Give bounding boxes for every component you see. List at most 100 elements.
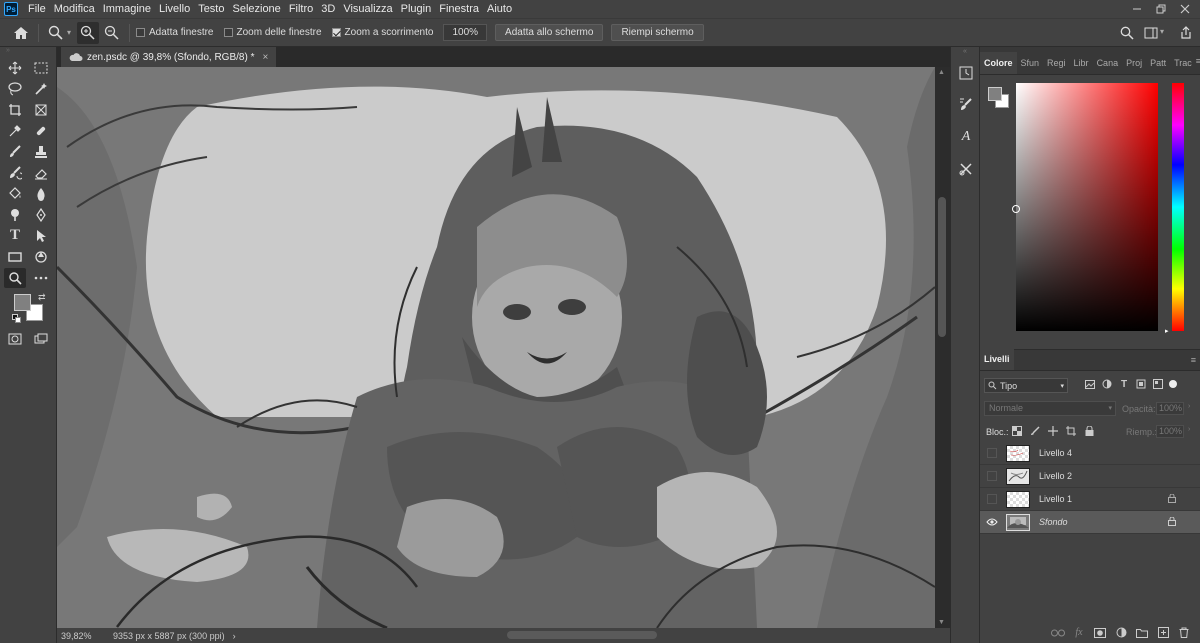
healing-brush-tool-icon[interactable] — [30, 121, 52, 141]
frame-tool-icon[interactable] — [30, 100, 52, 120]
rotate-view-tool-icon[interactable] — [30, 247, 52, 267]
saturation-value-field[interactable] — [1012, 83, 1158, 331]
horizontal-scroll-thumb[interactable] — [507, 631, 657, 639]
color-picker-handle[interactable] — [1012, 205, 1020, 213]
tab-pattern[interactable]: Patt — [1146, 52, 1170, 74]
layer-visibility-toggle[interactable] — [986, 470, 998, 482]
layer-name[interactable]: Livello 2 — [1039, 471, 1072, 481]
chevron-right-icon[interactable]: › — [1188, 403, 1190, 410]
trash-icon[interactable] — [1174, 626, 1194, 640]
menu-aiuto[interactable]: Aiuto — [483, 0, 516, 18]
menu-modifica[interactable]: Modifica — [50, 0, 99, 18]
blend-mode-select[interactable]: Normale ▾ — [984, 401, 1116, 416]
dodge-tool-icon[interactable] — [4, 205, 26, 225]
home-icon[interactable] — [10, 22, 32, 44]
toolbar-collapse-icon[interactable]: » — [0, 47, 56, 57]
layer-row[interactable]: Livello 2 — [980, 465, 1200, 488]
share-icon[interactable] — [1175, 22, 1197, 44]
pen-tool-icon[interactable] — [30, 205, 52, 225]
layer-row[interactable]: Livello 1 — [980, 488, 1200, 511]
scroll-up-icon[interactable]: ▲ — [938, 69, 945, 76]
checkbox-box[interactable] — [223, 28, 233, 37]
magic-wand-tool-icon[interactable] — [30, 79, 52, 99]
zoom-in-icon[interactable] — [77, 21, 100, 44]
chevron-right-icon[interactable]: › — [1188, 426, 1190, 433]
layer-row[interactable]: Livello 4 — [980, 442, 1200, 465]
close-tab-icon[interactable]: × — [262, 52, 268, 63]
minimize-icon[interactable] — [1126, 0, 1148, 18]
lock-transparent-pixels-icon[interactable] — [1010, 424, 1024, 438]
document-tab[interactable]: zen.psdc @ 39,8% (Sfondo, RGB/8) * × — [61, 47, 277, 67]
panel-menu-icon[interactable]: ≡ — [1196, 56, 1200, 66]
menu-finestra[interactable]: Finestra — [435, 0, 483, 18]
hue-slider[interactable] — [1172, 83, 1184, 331]
clone-stamp-tool-icon[interactable] — [30, 142, 52, 162]
menu-filtro[interactable]: Filtro — [285, 0, 317, 18]
path-selection-tool-icon[interactable] — [30, 226, 52, 246]
brush-settings-icon[interactable] — [954, 93, 978, 117]
history-panel-icon[interactable] — [954, 61, 978, 85]
menu-file[interactable]: File — [24, 0, 50, 18]
hue-slider-handle[interactable]: ▸ — [1165, 327, 1169, 335]
layer-name[interactable]: Livello 1 — [1039, 494, 1072, 504]
tab-tracciati[interactable]: Trac — [1170, 52, 1196, 74]
menu-immagine[interactable]: Immagine — [99, 0, 155, 18]
brush-tool-icon[interactable] — [4, 142, 26, 162]
layer-visibility-toggle[interactable] — [986, 447, 998, 459]
tool-presets-icon[interactable] — [954, 157, 978, 181]
strip-collapse-icon[interactable]: « — [951, 47, 979, 57]
zoom-level-readout[interactable]: 39,82% — [61, 631, 113, 641]
tab-livelli[interactable]: Livelli — [980, 348, 1014, 370]
menu-selezione[interactable]: Selezione — [228, 0, 284, 18]
search-icon[interactable] — [1116, 22, 1138, 44]
filter-adjustment-icon[interactable] — [1101, 378, 1113, 390]
tab-canali[interactable]: Cana — [1093, 52, 1123, 74]
filter-shape-icon[interactable] — [1135, 378, 1147, 390]
layer-row-selected[interactable]: Sfondo — [980, 511, 1200, 534]
chevron-down-icon[interactable]: ▾ — [1160, 27, 1164, 36]
tab-colore[interactable]: Colore — [980, 52, 1017, 74]
add-mask-icon[interactable] — [1090, 626, 1110, 640]
photoshop-logo[interactable]: Ps — [4, 2, 18, 16]
character-panel-icon[interactable]: A — [954, 125, 978, 149]
type-tool-icon[interactable]: T — [4, 226, 26, 246]
status-menu-arrow-icon[interactable]: › — [233, 631, 236, 641]
tab-proprieta[interactable]: Proj — [1122, 52, 1146, 74]
close-icon[interactable] — [1174, 0, 1196, 18]
paint-bucket-tool-icon[interactable] — [4, 184, 26, 204]
opacity-field[interactable]: 100% — [1156, 402, 1184, 415]
tab-regolazioni[interactable]: Regi — [1043, 52, 1070, 74]
scroll-down-icon[interactable]: ▼ — [938, 619, 945, 626]
restore-icon[interactable] — [1150, 0, 1172, 18]
quick-mask-icon[interactable] — [4, 329, 26, 349]
color-panel-foreground-swatch[interactable] — [988, 87, 1002, 101]
new-group-icon[interactable] — [1132, 626, 1152, 640]
zoom-tool-icon[interactable] — [4, 267, 26, 288]
checkbox-box-checked[interactable] — [331, 28, 341, 37]
zoom-out-icon[interactable] — [101, 22, 123, 44]
crop-tool-icon[interactable] — [4, 100, 26, 120]
rectangle-tool-icon[interactable] — [4, 247, 26, 267]
fill-field[interactable]: 100% — [1156, 425, 1184, 438]
chevron-down-icon[interactable]: ▾ — [67, 28, 71, 37]
fit-screen-button[interactable]: Adatta allo schermo — [495, 24, 604, 41]
menu-visualizza[interactable]: Visualizza — [339, 0, 396, 18]
link-layers-icon[interactable] — [1048, 626, 1068, 640]
history-brush-tool-icon[interactable] — [4, 163, 26, 183]
layer-visibility-toggle[interactable] — [986, 493, 998, 505]
eraser-tool-icon[interactable] — [30, 163, 52, 183]
zoom-percent-field[interactable]: 100% — [443, 24, 488, 41]
foreground-color-swatch[interactable] — [14, 294, 31, 311]
move-tool-icon[interactable] — [4, 58, 26, 78]
filter-pixel-icon[interactable] — [1084, 378, 1096, 390]
marquee-tool-icon[interactable] — [30, 58, 52, 78]
filter-smart-object-icon[interactable] — [1152, 378, 1164, 390]
scrubby-zoom-checkbox[interactable]: Zoom a scorrimento — [331, 27, 433, 38]
layer-name[interactable]: Sfondo — [1039, 517, 1068, 527]
checkbox-box[interactable] — [136, 28, 146, 37]
zoom-all-windows-checkbox[interactable]: Zoom delle finestre — [223, 27, 322, 38]
menu-livello[interactable]: Livello — [155, 0, 194, 18]
vertical-scroll-thumb[interactable] — [938, 197, 946, 337]
new-layer-icon[interactable] — [1153, 626, 1173, 640]
swap-colors-icon[interactable]: ⇄ — [38, 292, 46, 303]
